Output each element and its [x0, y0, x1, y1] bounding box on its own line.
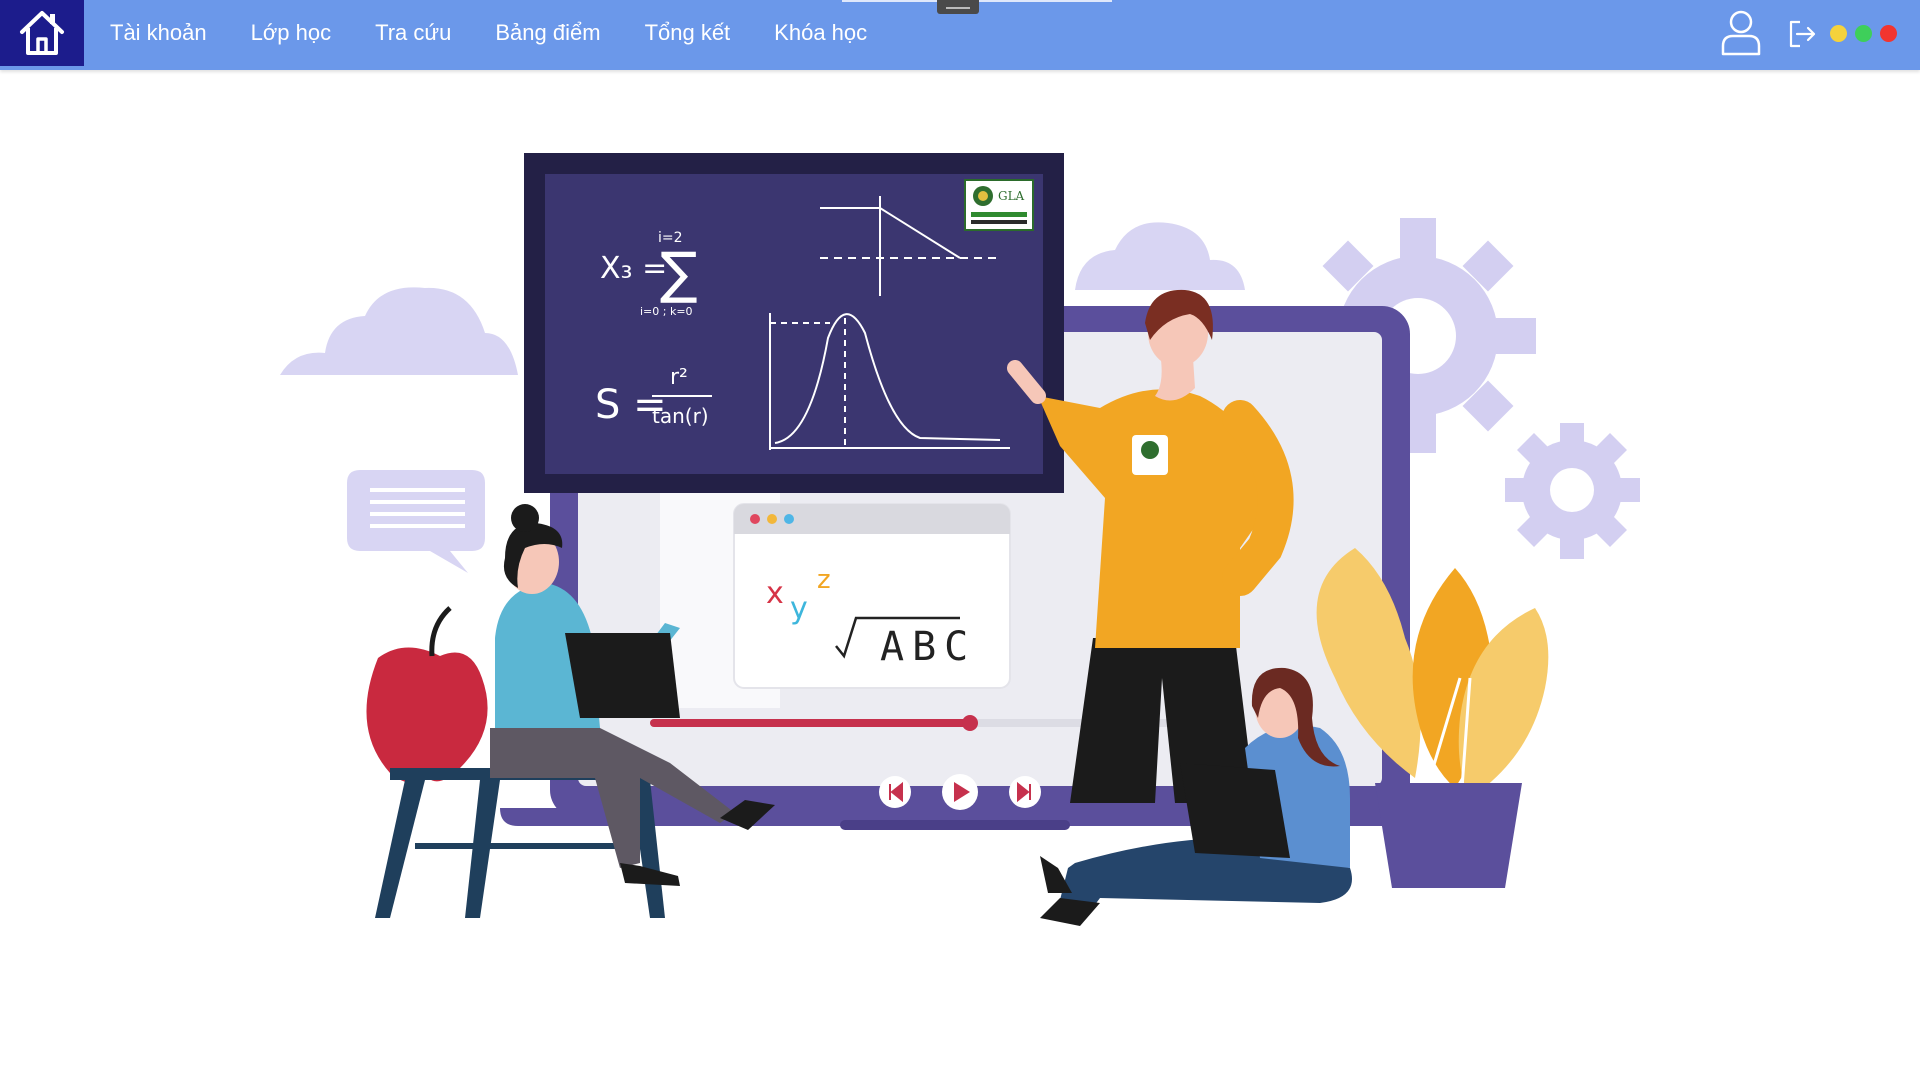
home-icon	[20, 11, 64, 55]
cloud-left	[280, 287, 518, 375]
drag-handle[interactable]	[937, 0, 979, 14]
logout-button[interactable]	[1786, 18, 1818, 50]
nav-item-tra-cuu[interactable]: Tra cứu	[353, 20, 473, 46]
nav-item-tai-khoan[interactable]: Tài khoản	[88, 20, 229, 46]
top-navigation-bar: Tài khoản Lớp học Tra cứu Bảng điểm Tổng…	[0, 0, 1920, 70]
nav-item-khoa-hoc[interactable]: Khóa học	[752, 20, 889, 46]
window-abc-text: ABC	[880, 624, 976, 670]
letter-z: z	[817, 565, 831, 595]
online-learning-illustration: x y z ABC GLA X₃ = ∑ i=2 i=0 ; k=0 S = r…	[280, 153, 1640, 926]
hero-illustration: x y z ABC GLA X₃ = ∑ i=2 i=0 ; k=0 S = r…	[200, 78, 1720, 1078]
nav-item-lop-hoc[interactable]: Lớp học	[229, 20, 353, 46]
window-controls	[1830, 25, 1897, 42]
svg-text:i=0 ; k=0: i=0 ; k=0	[640, 305, 693, 318]
progress-knob	[962, 715, 978, 731]
svg-text:r²: r²	[670, 365, 688, 390]
nav-item-bang-diem[interactable]: Bảng điểm	[473, 20, 622, 46]
svg-text:i=2: i=2	[658, 230, 683, 246]
close-dot[interactable]	[1880, 25, 1897, 42]
apple	[366, 606, 488, 783]
gear-small	[1505, 423, 1640, 559]
cloud-right	[1075, 222, 1245, 290]
home-button[interactable]	[0, 0, 84, 66]
user-account-button[interactable]	[1718, 8, 1764, 56]
letter-x: x	[766, 576, 784, 611]
svg-text:GLA: GLA	[998, 189, 1025, 203]
formula-x3: X₃ =	[600, 251, 667, 286]
svg-text:tan(r): tan(r)	[652, 404, 709, 428]
user-icon	[1721, 10, 1761, 56]
minimize-dot[interactable]	[1830, 25, 1847, 42]
maximize-dot[interactable]	[1855, 25, 1872, 42]
logout-icon	[1789, 20, 1816, 48]
svg-text:∑: ∑	[660, 241, 698, 306]
speech-bubble	[347, 470, 485, 573]
main-menu: Tài khoản Lớp học Tra cứu Bảng điểm Tổng…	[88, 0, 889, 66]
letter-y: y	[790, 591, 808, 626]
progress-fill	[650, 719, 970, 727]
nav-item-tong-ket[interactable]: Tổng kết	[623, 20, 753, 46]
